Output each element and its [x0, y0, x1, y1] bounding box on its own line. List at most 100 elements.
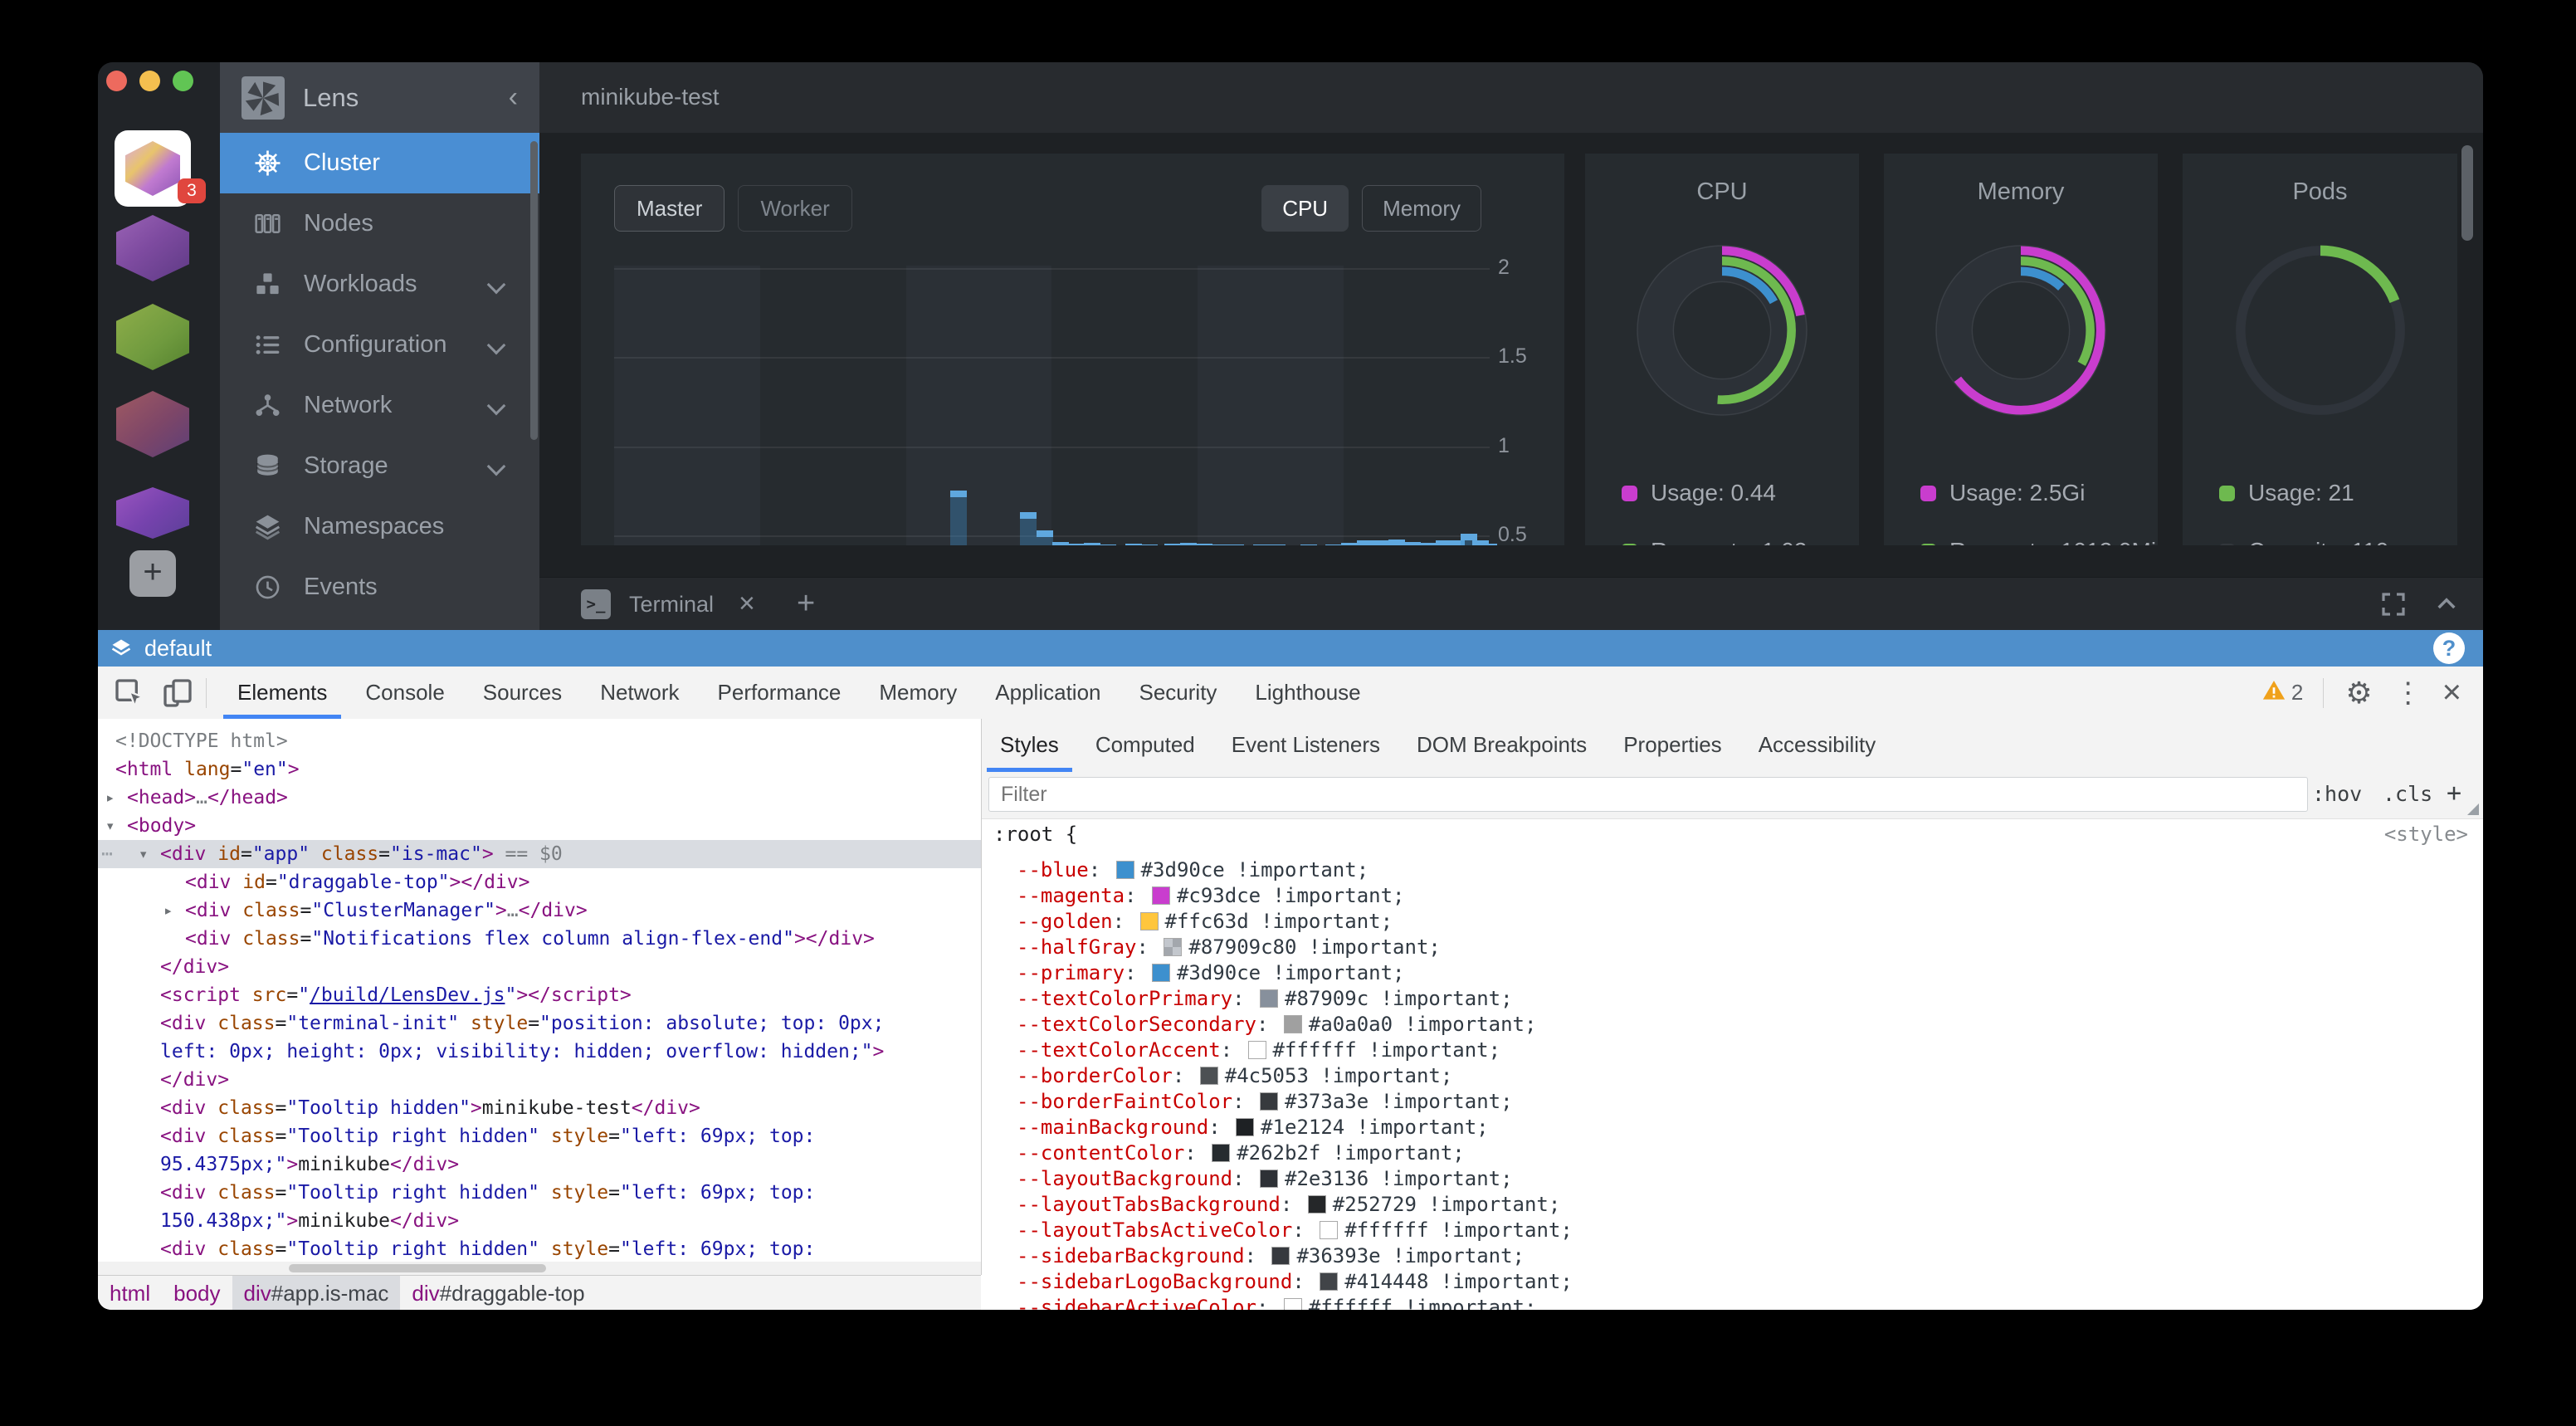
styles-filter-input[interactable]: [988, 777, 2308, 812]
minimize-window-button[interactable]: [139, 71, 160, 91]
css-variable-row[interactable]: --layoutTabsActiveColor: #ffffff !import…: [982, 1218, 2483, 1243]
color-swatch[interactable]: [1116, 861, 1134, 879]
dom-tree-line[interactable]: 95.4375px;">minikube</div>: [98, 1150, 981, 1179]
dom-tree-line[interactable]: </div>: [98, 953, 981, 981]
css-variable-row[interactable]: --textColorSecondary: #a0a0a0 !important…: [982, 1012, 2483, 1038]
css-variable-row[interactable]: --mainBackground: #1e2124 !important;: [982, 1115, 2483, 1140]
dom-tree-line[interactable]: ▾<body>: [98, 812, 981, 840]
terminal-expand-icon[interactable]: [2433, 591, 2460, 618]
sidebar-item-workloads[interactable]: Workloads: [220, 254, 539, 315]
inspect-element-icon[interactable]: [113, 676, 146, 710]
devtools-tab-lighthouse[interactable]: Lighthouse: [1236, 667, 1379, 719]
color-swatch[interactable]: [1212, 1144, 1230, 1162]
breadcrumb-item[interactable]: body: [162, 1276, 232, 1310]
dom-tree-line[interactable]: ▸<head>…</head>: [98, 784, 981, 812]
css-variable-row[interactable]: --magenta: #c93dce !important;: [982, 883, 2483, 909]
dom-tree-line[interactable]: <div class="Notifications flex column al…: [98, 925, 981, 953]
color-swatch[interactable]: [1284, 1298, 1302, 1310]
dom-tree-line[interactable]: <!DOCTYPE html>: [98, 727, 981, 755]
dom-tree-line[interactable]: <script src="/build/LensDev.js"></script…: [98, 981, 981, 1009]
chart-bar[interactable]: [1037, 530, 1053, 545]
help-button[interactable]: ?: [2433, 632, 2465, 664]
sidebar-item-namespaces[interactable]: Namespaces: [220, 496, 539, 557]
color-swatch[interactable]: [1248, 1041, 1266, 1059]
css-variable-row[interactable]: --sidebarLogoBackground: #414448 !import…: [982, 1269, 2483, 1295]
zoom-window-button[interactable]: [173, 71, 193, 91]
chart-bar[interactable]: [1052, 542, 1069, 545]
expand-arrow-icon[interactable]: ▾: [139, 840, 148, 868]
css-variable-row[interactable]: --halfGray: #87909c80 !important;: [982, 935, 2483, 960]
chart-bar[interactable]: [950, 491, 967, 545]
css-variable-row[interactable]: --golden: #ffc63d !important;: [982, 909, 2483, 935]
styles-tab-properties[interactable]: Properties: [1605, 719, 1740, 772]
terminal-add-icon[interactable]: +: [797, 586, 815, 622]
devtools-tab-sources[interactable]: Sources: [464, 667, 581, 719]
namespace-label[interactable]: default: [144, 636, 212, 662]
sidebar-item-configuration[interactable]: Configuration: [220, 315, 539, 375]
chart-bar[interactable]: [1125, 544, 1142, 545]
chart-bar[interactable]: [1420, 543, 1437, 545]
devtools-tab-security[interactable]: Security: [1120, 667, 1237, 719]
color-swatch[interactable]: [1200, 1067, 1218, 1085]
color-swatch[interactable]: [1271, 1247, 1290, 1265]
chart-bar[interactable]: [1357, 540, 1373, 545]
color-swatch[interactable]: [1308, 1195, 1326, 1214]
chart-bar[interactable]: [1196, 544, 1212, 545]
metric-tab-memory[interactable]: Memory: [1362, 185, 1481, 232]
expand-arrow-icon[interactable]: ▸: [163, 896, 173, 925]
dom-tree-line[interactable]: <html lang="en">: [98, 755, 981, 784]
node-tab-worker[interactable]: Worker: [738, 185, 851, 232]
stylesheet-source-link[interactable]: <style>: [2384, 819, 2468, 849]
kebab-menu-icon[interactable]: ⋮: [2394, 676, 2422, 710]
cluster-icon-3[interactable]: [116, 304, 189, 370]
cluster-icon-5[interactable]: [116, 487, 189, 539]
color-swatch[interactable]: [1284, 1015, 1302, 1033]
chart-bar[interactable]: [1388, 540, 1405, 545]
chart-bar[interactable]: [1164, 544, 1181, 545]
warning-count[interactable]: 2: [2291, 680, 2303, 706]
sidebar-collapse-icon[interactable]: ‹: [509, 81, 518, 114]
css-variable-row[interactable]: --layoutTabsBackground: #252729 !importa…: [982, 1192, 2483, 1218]
color-swatch[interactable]: [1140, 912, 1159, 930]
css-variable-row[interactable]: --sidebarActiveColor: #ffffff !important…: [982, 1295, 2483, 1310]
styles-tab-accessibility[interactable]: Accessibility: [1740, 719, 1895, 772]
color-swatch[interactable]: [1260, 989, 1278, 1008]
devtools-tab-console[interactable]: Console: [346, 667, 463, 719]
breadcrumb-item[interactable]: html: [98, 1276, 162, 1310]
color-swatch[interactable]: [1260, 1092, 1278, 1111]
dom-tree-line[interactable]: <div class="Tooltip hidden">minikube-tes…: [98, 1094, 981, 1122]
chevron-down-icon[interactable]: [487, 276, 506, 295]
css-variable-row[interactable]: --blue: #3d90ce !important;: [982, 857, 2483, 883]
styles-tab-dom-breakpoints[interactable]: DOM Breakpoints: [1398, 719, 1605, 772]
color-swatch[interactable]: [1152, 886, 1170, 905]
chart-bar[interactable]: [1020, 512, 1037, 545]
expand-arrow-icon[interactable]: ▾: [105, 812, 115, 840]
color-swatch[interactable]: [1320, 1221, 1338, 1239]
node-tab-master[interactable]: Master: [614, 185, 724, 232]
chart-bar[interactable]: [1404, 542, 1421, 545]
dom-tree-line[interactable]: <div class="Tooltip right hidden" style=…: [98, 1235, 981, 1263]
dom-tree-line[interactable]: ▸<div class="ClusterManager">…</div>: [98, 896, 981, 925]
devtools-close-icon[interactable]: ×: [2442, 674, 2461, 711]
dom-tree-line[interactable]: 150.438px;">minikube</div>: [98, 1207, 981, 1235]
dom-tree-line[interactable]: <div class="Tooltip right hidden" style=…: [98, 1122, 981, 1150]
styles-tab-computed[interactable]: Computed: [1077, 719, 1213, 772]
device-toolbar-icon[interactable]: [161, 676, 194, 710]
chart-bar[interactable]: [1068, 544, 1085, 545]
breadcrumb-item[interactable]: div#app.is-mac: [232, 1276, 401, 1310]
dom-tree-line[interactable]: </div>: [98, 1066, 981, 1094]
chart-bar[interactable]: [1180, 543, 1197, 545]
sidebar-item-storage[interactable]: Storage: [220, 436, 539, 496]
terminal-tab-label[interactable]: Terminal: [629, 592, 714, 618]
sidebar-item-network[interactable]: Network: [220, 375, 539, 436]
breadcrumb-item[interactable]: div#draggable-top: [400, 1276, 596, 1310]
dom-tree-line[interactable]: ⋯▾<div id="app" class="is-mac"> == $0: [98, 840, 981, 868]
resize-grip-icon[interactable]: [2467, 803, 2479, 815]
dom-tree-line[interactable]: left: 0px; height: 0px; visibility: hidd…: [98, 1038, 981, 1066]
dom-tree-line[interactable]: <div class="Tooltip right hidden" style=…: [98, 1179, 981, 1207]
sidebar-item-nodes[interactable]: Nodes: [220, 193, 539, 254]
chevron-down-icon[interactable]: [487, 457, 506, 476]
chart-bar[interactable]: [1341, 543, 1358, 545]
dom-tree-line[interactable]: <div class="terminal-init" style="positi…: [98, 1009, 981, 1038]
color-swatch[interactable]: [1152, 964, 1170, 982]
